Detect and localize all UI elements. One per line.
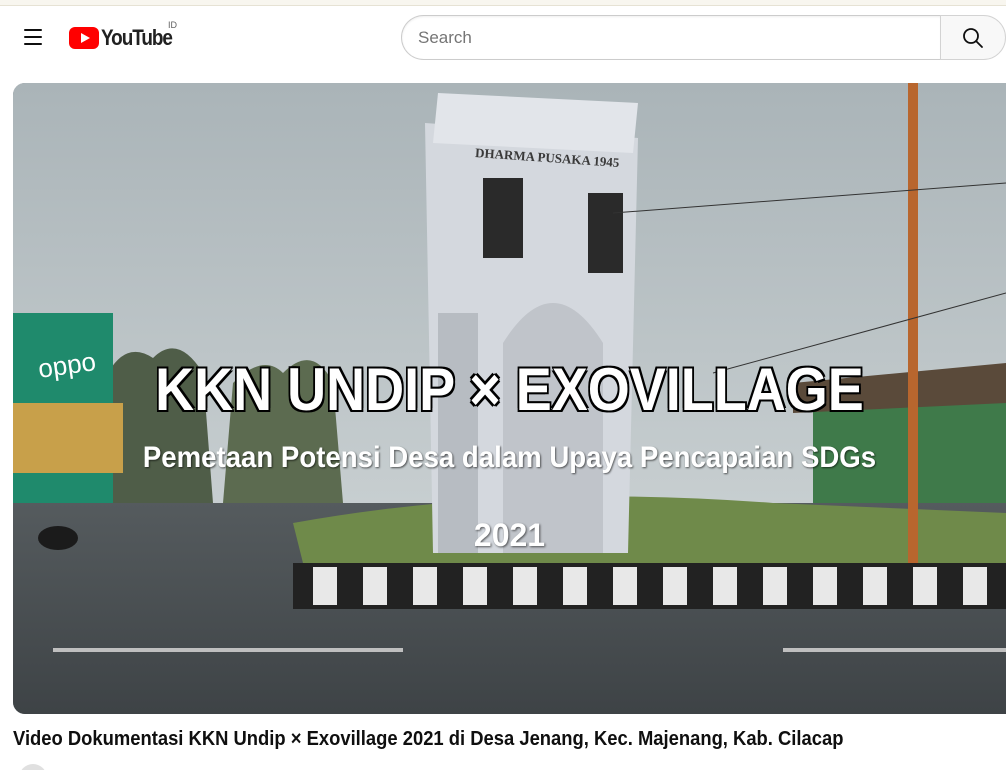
search-input[interactable] xyxy=(418,16,928,59)
search-icon xyxy=(963,27,983,48)
overlay-title: KKN UNDIP × EXOVILLAGE xyxy=(154,355,864,424)
road-curb xyxy=(293,563,1006,609)
overlay-subtitle: Pemetaan Potensi Desa dalam Upaya Pencap… xyxy=(142,441,877,474)
country-code: ID xyxy=(168,20,177,30)
video-player[interactable]: oppo DHARMA PUSAKA 1945 KKN UNDIP × EXOV… xyxy=(13,83,1006,714)
masthead: YouTube ID xyxy=(0,6,1006,70)
overlay-year: 2021 xyxy=(473,517,546,553)
channel-avatar[interactable] xyxy=(19,764,47,770)
youtube-logo[interactable]: YouTube ID xyxy=(69,20,183,52)
search-box xyxy=(401,15,941,60)
youtube-play-icon xyxy=(69,27,99,49)
search-button[interactable] xyxy=(940,15,1006,60)
video-title: Video Dokumentasi KKN Undip × Exovillage… xyxy=(13,728,844,750)
logo-text: YouTube xyxy=(101,25,173,50)
hamburger-menu-icon[interactable] xyxy=(18,22,48,52)
monument: DHARMA PUSAKA 1945 xyxy=(425,93,638,553)
